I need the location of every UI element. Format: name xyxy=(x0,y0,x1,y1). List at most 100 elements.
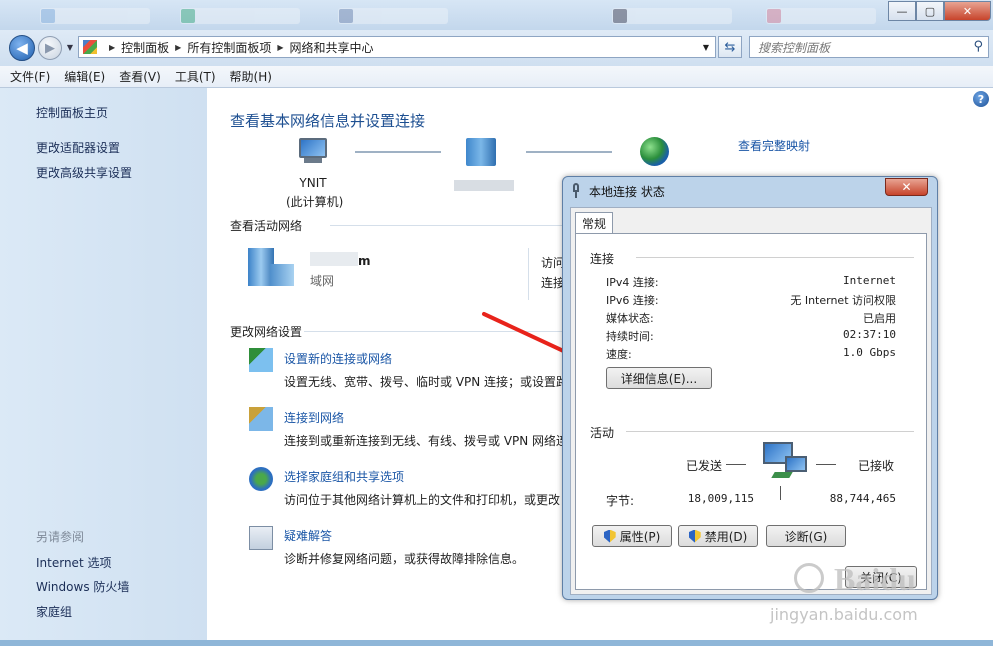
breadcrumb-separator-icon: ▶ xyxy=(277,42,284,52)
connection-status-dialog: 本地连接 状态 ✕ 常规 连接 IPv4 连接: Internet IPv6 连… xyxy=(562,176,938,600)
network-line xyxy=(526,151,612,153)
forward-button[interactable]: ▶ xyxy=(38,36,62,60)
setting-description: 连接到或重新连接到无线、有线、拨号或 VPN 网络连 xyxy=(284,434,564,448)
sidebar-item-internet-options[interactable]: Internet 选项 xyxy=(36,554,111,571)
ipv4-value: Internet xyxy=(843,274,896,287)
bytes-received-value: 88,744,465 xyxy=(829,492,896,505)
help-icon[interactable]: ? xyxy=(973,91,989,107)
breadcrumb-separator-icon: ▶ xyxy=(175,42,182,52)
taskbar-strip xyxy=(0,0,993,30)
taskbar-tab[interactable] xyxy=(766,8,876,24)
internet-globe-icon xyxy=(640,137,669,166)
speed-label: 速度: xyxy=(606,348,632,361)
activity-group-label: 活动 xyxy=(590,426,615,440)
homegroup-icon xyxy=(249,467,273,491)
sidebar-item-advanced-sharing[interactable]: 更改高级共享设置 xyxy=(36,164,132,181)
taskbar-tab[interactable] xyxy=(612,8,732,24)
active-networks-heading: 查看活动网络 xyxy=(230,219,303,233)
menu-edit[interactable]: 编辑(E) xyxy=(64,68,105,85)
setting-description: 访问位于其他网络计算机上的文件和打印机，或更改 xyxy=(284,493,561,507)
dialog-title: 本地连接 状态 xyxy=(589,184,665,199)
sidebar-item-homegroup[interactable]: 家庭组 xyxy=(36,603,72,620)
network-type: 域网 xyxy=(310,274,335,288)
taskbar-tab[interactable] xyxy=(180,8,300,24)
back-button[interactable]: ◀ xyxy=(9,35,35,61)
paw-logo-icon xyxy=(794,563,824,593)
connect-network-icon xyxy=(249,407,273,431)
sidebar: 控制面板主页 更改适配器设置 更改高级共享设置 另请参阅 Internet 选项… xyxy=(0,88,207,640)
close-button[interactable]: ✕ xyxy=(944,1,991,21)
setup-new-connection-link[interactable]: 设置新的连接或网络 xyxy=(284,350,392,367)
search-placeholder: 搜索控制面板 xyxy=(758,40,831,55)
window-controls: — ▢ ✕ xyxy=(888,1,991,21)
network-name: m xyxy=(358,254,371,268)
address-dropdown-icon[interactable]: ▼ xyxy=(703,43,709,52)
group-divider xyxy=(626,431,914,432)
troubleshoot-icon xyxy=(249,526,273,550)
shield-icon xyxy=(688,529,701,543)
bytes-sent-value: 18,009,115 xyxy=(687,492,754,505)
search-icon[interactable]: ⚲ xyxy=(973,39,983,54)
homegroup-sharing-link[interactable]: 选择家庭组和共享选项 xyxy=(284,468,404,485)
dialog-close-button[interactable]: ✕ xyxy=(885,178,928,196)
change-settings-heading: 更改网络设置 xyxy=(230,325,303,339)
taskbar-tab[interactable] xyxy=(338,8,448,24)
group-divider xyxy=(636,257,914,258)
media-state-value: 已启用 xyxy=(863,312,896,325)
network-activity-icon xyxy=(759,442,809,482)
sent-label: 已发送 xyxy=(686,459,723,473)
details-button[interactable]: 详细信息(E)... xyxy=(606,367,712,389)
tab-panel: 连接 IPv4 连接: Internet IPv6 连接: 无 Internet… xyxy=(575,233,927,590)
duration-label: 持续时间: xyxy=(606,330,654,343)
baidu-watermark: Baidu jingyan.baidu.com xyxy=(760,555,990,635)
watermark-brand: Baidu xyxy=(834,561,916,597)
sidebar-item-firewall[interactable]: Windows 防火墙 xyxy=(36,578,129,595)
bytes-label: 字节: xyxy=(606,494,635,508)
setting-description: 诊断并修复网络问题，或获得故障排除信息。 xyxy=(284,552,525,566)
breadcrumb-control-panel[interactable]: 控制面板 xyxy=(121,39,169,56)
minimize-button[interactable]: — xyxy=(888,1,916,21)
network-line xyxy=(355,151,441,153)
menu-tools[interactable]: 工具(T) xyxy=(175,68,216,85)
new-connection-icon xyxy=(249,348,273,372)
properties-button-label: 属性(P) xyxy=(619,529,661,544)
menu-help[interactable]: 帮助(H) xyxy=(230,68,272,85)
received-line xyxy=(816,464,836,465)
media-state-label: 媒体状态: xyxy=(606,312,654,325)
troubleshoot-link[interactable]: 疑难解答 xyxy=(284,527,332,544)
menu-file[interactable]: 文件(F) xyxy=(10,68,50,85)
full-map-link[interactable]: 查看完整映射 xyxy=(738,137,810,154)
diagnose-button[interactable]: 诊断(G) xyxy=(766,525,846,547)
menu-bar: 文件(F) 编辑(E) 查看(V) 工具(T) 帮助(H) xyxy=(0,66,993,88)
computer-icon xyxy=(296,138,330,166)
dialog-body: 常规 连接 IPv4 连接: Internet IPv6 连接: 无 Inter… xyxy=(570,207,932,595)
computer-subtitle: (此计算机) xyxy=(286,195,344,209)
ipv4-label: IPv4 连接: xyxy=(606,276,659,289)
refresh-button[interactable]: ⇆ xyxy=(718,36,742,58)
network-label-redacted xyxy=(454,180,514,191)
history-dropdown-icon[interactable]: ▼ xyxy=(64,40,76,54)
sidebar-item-home[interactable]: 控制面板主页 xyxy=(36,104,108,121)
menu-view[interactable]: 查看(V) xyxy=(119,68,161,85)
breadcrumb-all-items[interactable]: 所有控制面板项 xyxy=(187,39,271,56)
breadcrumb-network-center[interactable]: 网络和共享中心 xyxy=(290,39,374,56)
sidebar-item-adapter-settings[interactable]: 更改适配器设置 xyxy=(36,139,120,156)
domain-network-icon xyxy=(248,248,296,288)
network-icon xyxy=(466,138,496,166)
received-label: 已接收 xyxy=(858,459,895,473)
duration-value: 02:37:10 xyxy=(843,328,896,341)
computer-name: YNIT xyxy=(299,176,327,190)
divider xyxy=(528,248,529,300)
disable-button-label: 禁用(D) xyxy=(704,529,748,544)
search-input[interactable]: 搜索控制面板 ⚲ xyxy=(749,36,989,58)
divider xyxy=(330,225,565,226)
address-bar[interactable]: ▶ 控制面板 ▶ 所有控制面板项 ▶ 网络和共享中心 ▼ xyxy=(78,36,716,58)
tab-general[interactable]: 常规 xyxy=(575,212,613,234)
ipv6-value: 无 Internet 访问权限 xyxy=(790,294,896,307)
maximize-button[interactable]: ▢ xyxy=(916,1,944,21)
disable-button[interactable]: 禁用(D) xyxy=(678,525,758,547)
page-title: 查看基本网络信息并设置连接 xyxy=(230,112,426,130)
taskbar-tab[interactable] xyxy=(40,8,150,24)
properties-button[interactable]: 属性(P) xyxy=(592,525,672,547)
connect-to-network-link[interactable]: 连接到网络 xyxy=(284,409,344,426)
